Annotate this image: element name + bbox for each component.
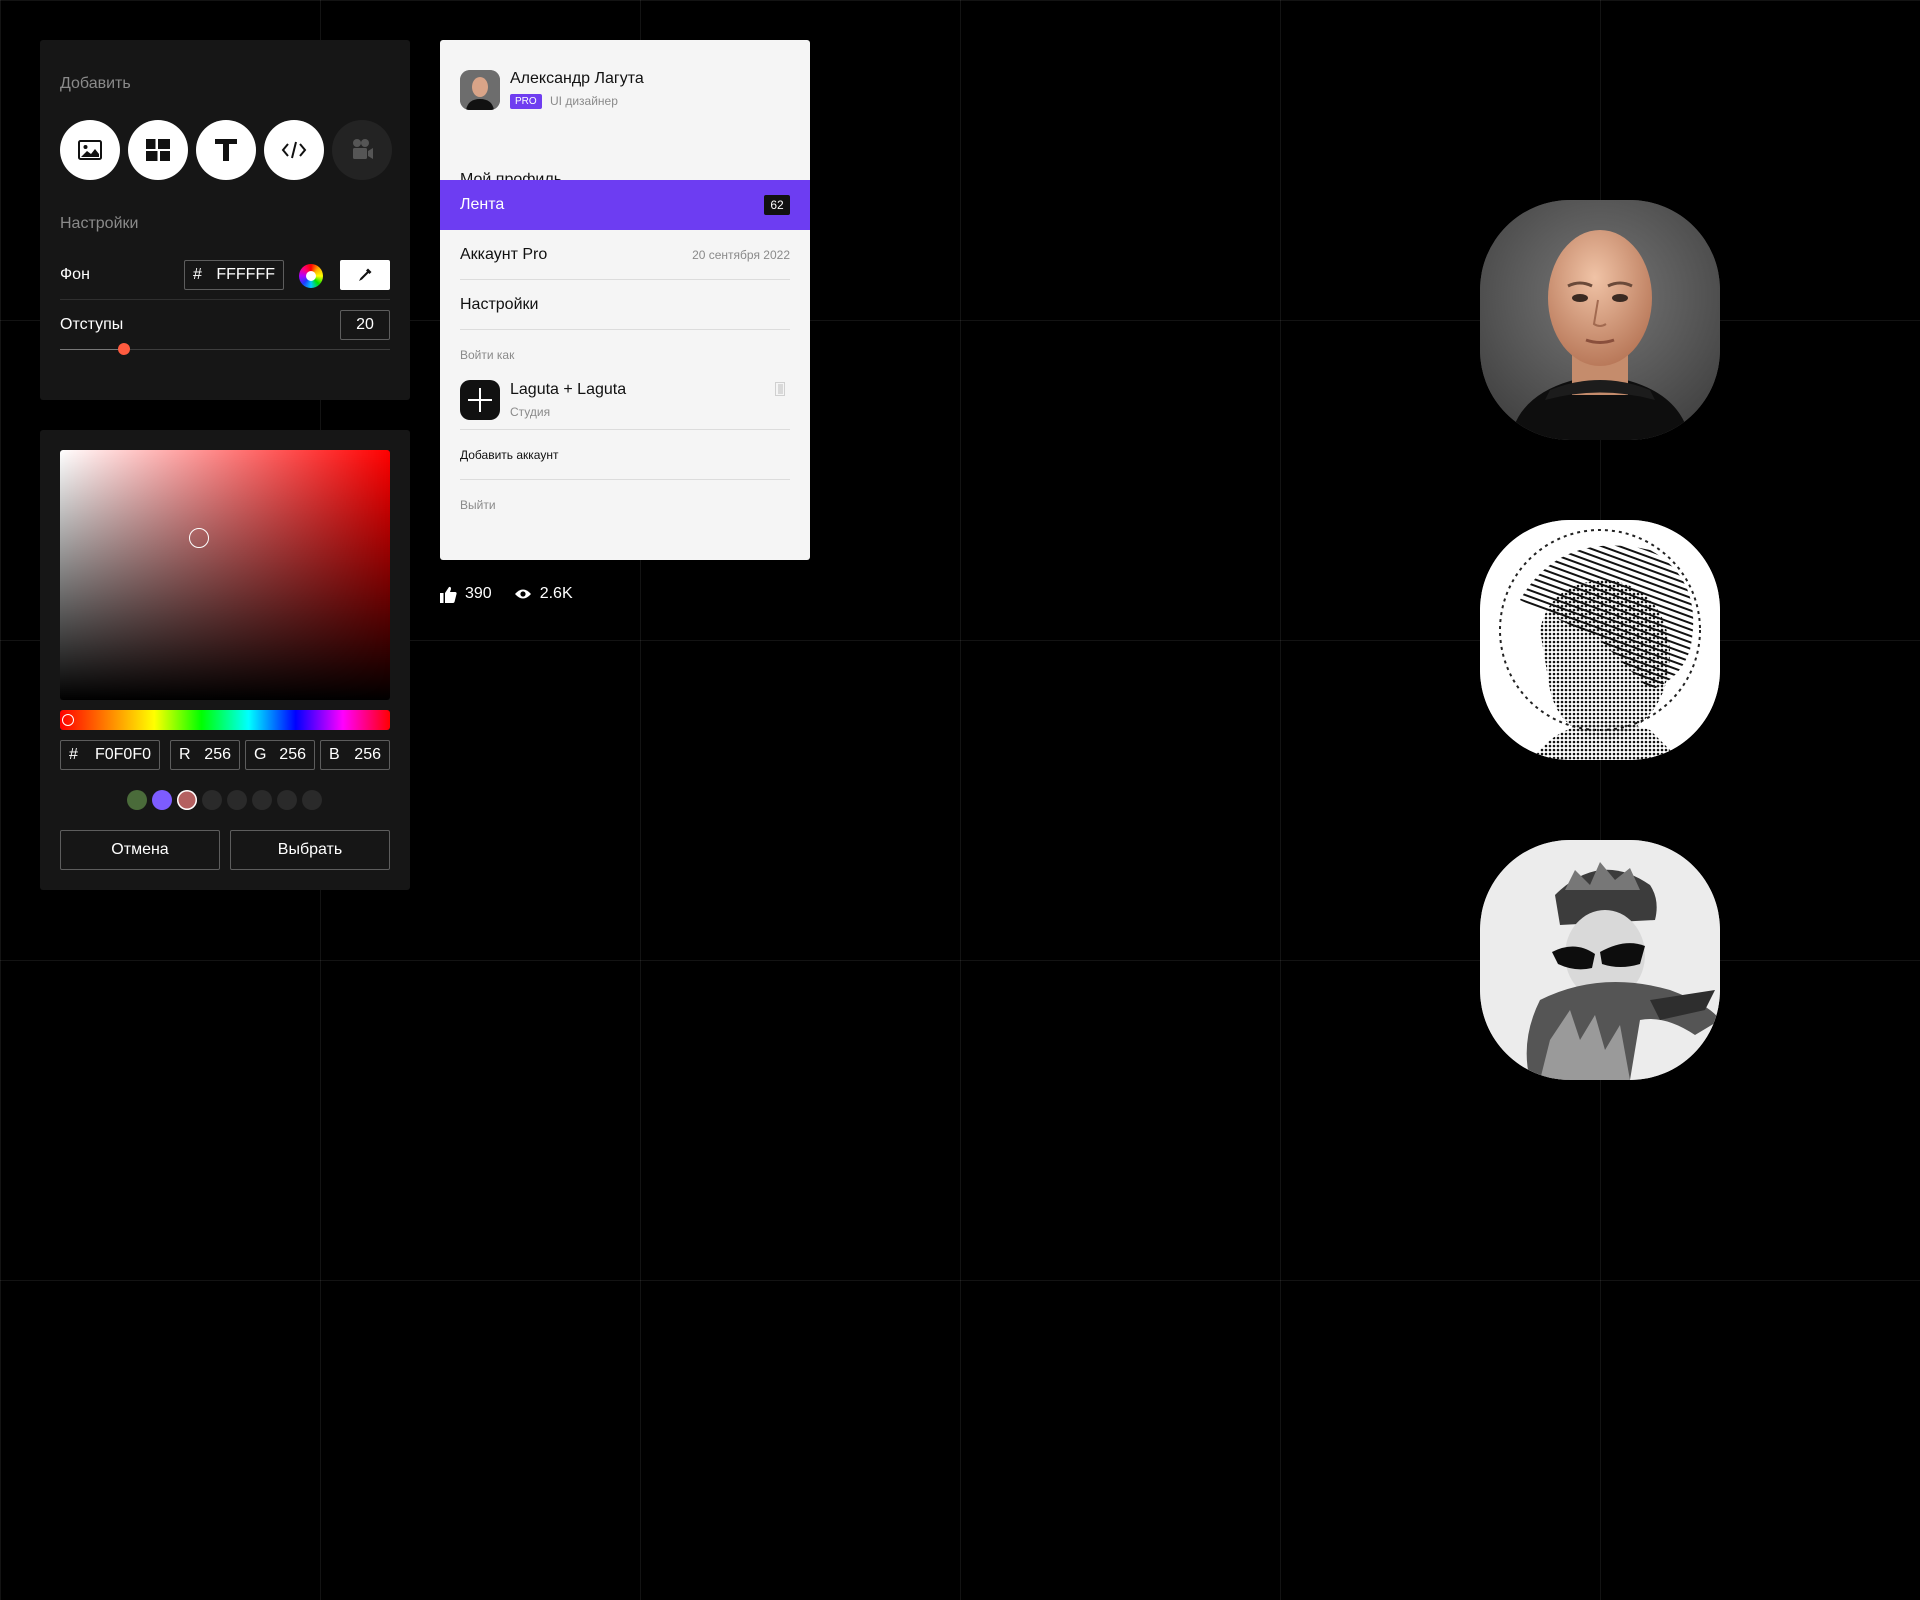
add-title: Добавить (60, 75, 131, 92)
background-hex-input[interactable]: # FFFFFF (184, 260, 284, 290)
cancel-button[interactable]: Отмена (60, 830, 220, 870)
avatar-double-exposure-portrait (1480, 840, 1720, 1080)
menu-item-feed[interactable]: Лента 62 (440, 180, 810, 230)
color-swatch[interactable] (252, 790, 272, 810)
padding-value-input[interactable]: 20 (340, 310, 390, 340)
blue-label: B (329, 746, 340, 763)
post-stats: 390 2.6K (440, 585, 595, 603)
menu-item-label: Настройки (460, 295, 539, 313)
menu-item-account-pro[interactable]: Аккаунт Pro 20 сентября 2022 (460, 230, 790, 280)
copy-icon[interactable] (775, 382, 785, 396)
studio-logo[interactable] (460, 380, 500, 420)
avatar-photo-portrait (1480, 200, 1720, 440)
code-icon (281, 141, 307, 159)
saturation-cursor[interactable] (188, 527, 209, 548)
background-setting-row: Фон # FFFFFF (60, 250, 390, 300)
red-value: 256 (204, 746, 231, 763)
green-field[interactable]: G 256 (245, 740, 315, 770)
hex-hash: # (69, 746, 78, 763)
select-button[interactable]: Выбрать (230, 830, 390, 870)
blue-value: 256 (354, 746, 381, 763)
color-swatch[interactable] (127, 790, 147, 810)
add-image-button[interactable] (60, 120, 120, 180)
color-picker-panel: # F0F0F0 R 256 G 256 B 256 Отмена Выбрат… (40, 430, 410, 890)
padding-slider-fill (60, 349, 125, 350)
user-avatar-portrait (460, 70, 500, 110)
logout-link[interactable]: Выйти (460, 480, 790, 530)
likes-stat[interactable]: 390 (440, 585, 492, 603)
eyedropper-icon (359, 268, 372, 281)
studio-logo-icon (468, 388, 492, 412)
settings-title: Настройки (60, 215, 139, 232)
layout-grid-icon (146, 139, 170, 161)
account-pro-date: 20 сентября 2022 (692, 247, 790, 262)
likes-count: 390 (465, 585, 492, 602)
add-buttons (60, 120, 392, 180)
menu-item-label: Аккаунт Pro (460, 245, 548, 263)
user-avatar[interactable] (460, 70, 500, 110)
hash-symbol: # (193, 266, 202, 283)
red-field[interactable]: R 256 (170, 740, 240, 770)
color-swatch[interactable] (227, 790, 247, 810)
color-swatch[interactable] (152, 790, 172, 810)
video-camera-icon (353, 139, 373, 159)
thumbs-up-icon (440, 586, 457, 603)
green-label: G (254, 746, 267, 763)
menu-item-settings[interactable]: Настройки (460, 280, 790, 330)
add-account-link[interactable]: Добавить аккаунт (460, 430, 790, 480)
green-value: 256 (279, 746, 306, 763)
color-wheel-icon[interactable] (299, 264, 323, 288)
color-swatch[interactable] (202, 790, 222, 810)
text-icon (215, 139, 237, 161)
studio-type: Студия (510, 405, 551, 419)
padding-slider-thumb[interactable] (118, 343, 131, 355)
padding-setting-row: Отступы 20 (60, 300, 390, 350)
hue-slider[interactable] (60, 710, 390, 730)
add-video-button (332, 120, 392, 180)
padding-slider[interactable] (60, 343, 390, 355)
pro-badge: PRO (510, 94, 542, 109)
user-name: Александр Лагута (510, 70, 644, 87)
add-panel: Добавить Настройки Фон # FFFFFF Отступы … (40, 40, 410, 400)
views-count: 2.6K (539, 585, 573, 602)
color-swatch[interactable] (277, 790, 297, 810)
saturation-brightness-area[interactable] (60, 450, 390, 700)
padding-label: Отступы (60, 316, 124, 333)
hue-slider-thumb[interactable] (62, 714, 75, 726)
user-role: UI дизайнер (550, 94, 618, 108)
add-text-button[interactable] (196, 120, 256, 180)
red-label: R (179, 746, 191, 763)
eyedropper-button[interactable] (340, 260, 390, 290)
color-swatches (127, 790, 322, 810)
blue-field[interactable]: B 256 (320, 740, 390, 770)
background-hex-value: FFFFFF (216, 266, 275, 283)
color-swatch[interactable] (177, 790, 197, 810)
studio-name: Laguta + Laguta (510, 381, 627, 398)
hex-field[interactable]: # F0F0F0 (60, 740, 160, 770)
add-layout-button[interactable] (128, 120, 188, 180)
image-icon (78, 140, 102, 160)
background-label: Фон (60, 265, 90, 283)
views-stat: 2.6K (514, 585, 573, 603)
feed-count-badge: 62 (764, 195, 790, 215)
avatar-halftone-portrait (1480, 520, 1720, 760)
login-as-label: Войти как (460, 348, 515, 362)
color-swatch[interactable] (302, 790, 322, 810)
account-menu: Александр Лагута PRO UI дизайнер Мой про… (440, 40, 810, 560)
menu-item-label: Лента (460, 196, 505, 213)
add-code-button[interactable] (264, 120, 324, 180)
eye-icon (514, 589, 531, 599)
hex-value: F0F0F0 (94, 746, 151, 763)
